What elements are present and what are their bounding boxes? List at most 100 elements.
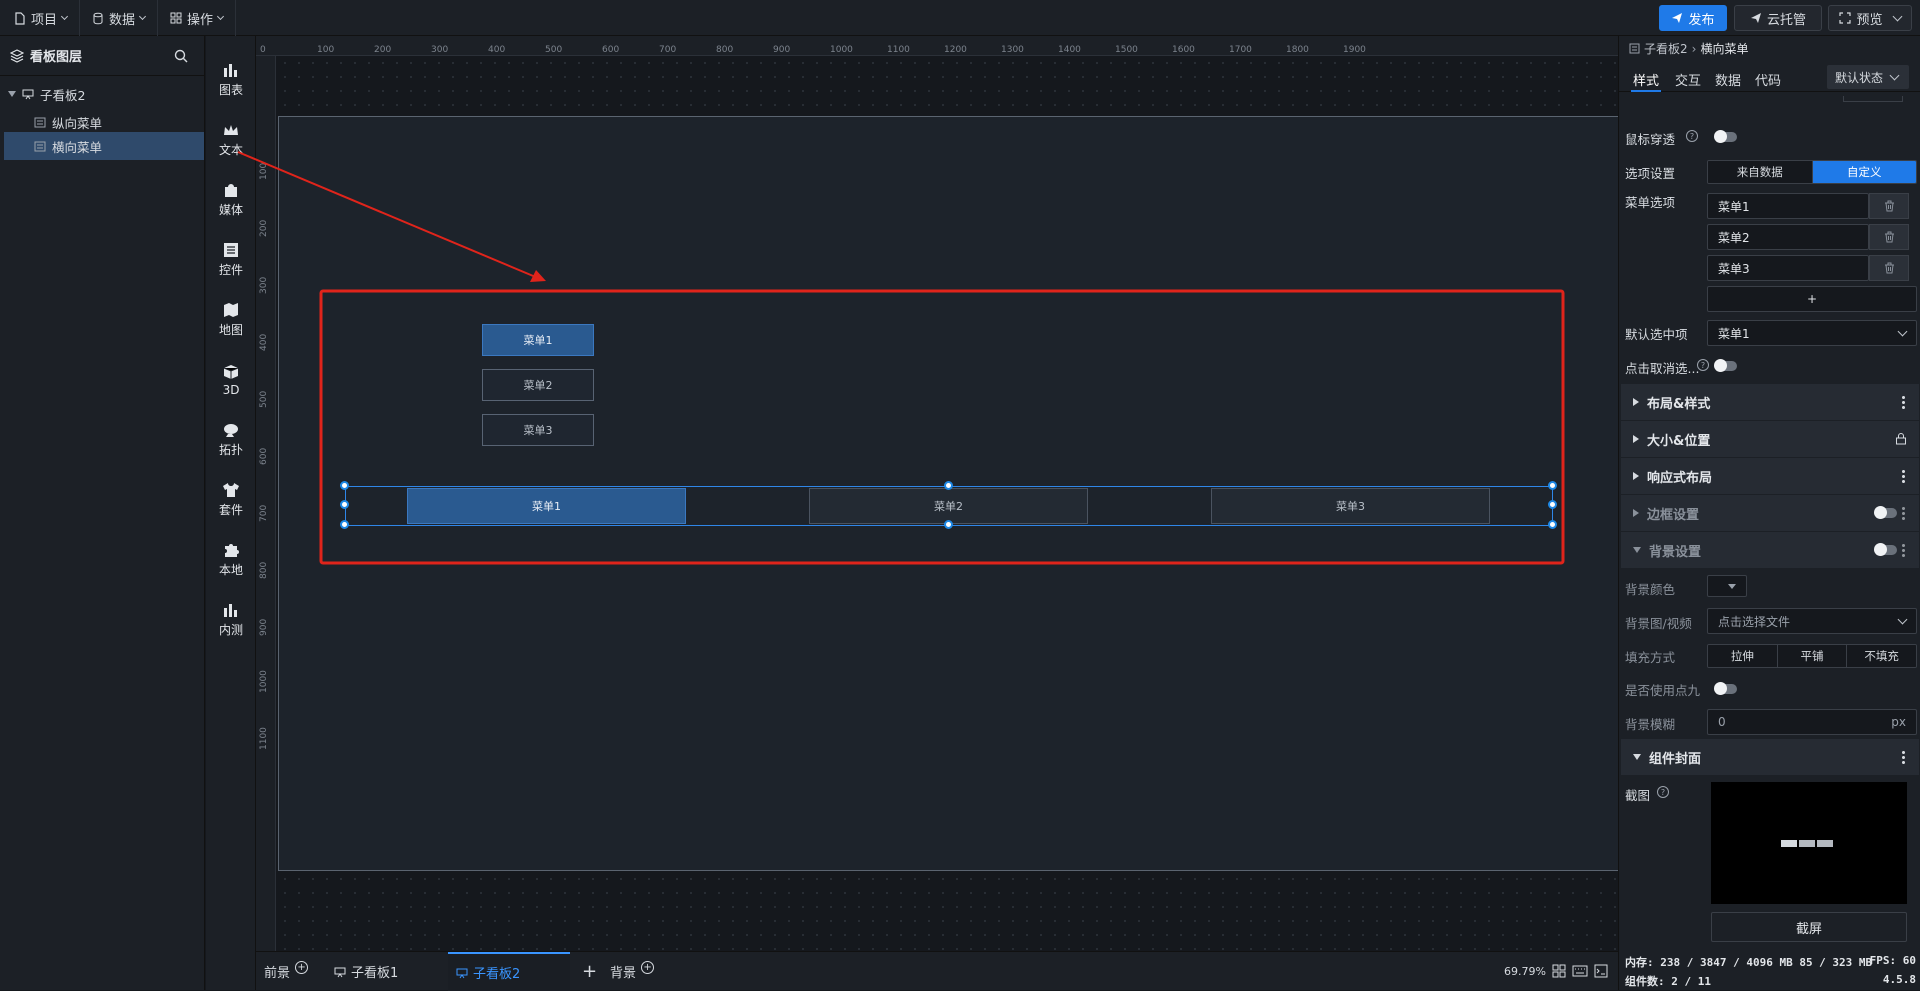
help-icon[interactable]: ? bbox=[1697, 359, 1709, 371]
zoom-level[interactable]: 69.79% bbox=[1496, 952, 1554, 991]
resize-handle-top-right[interactable] bbox=[1548, 481, 1557, 490]
cloud-hosting-button[interactable]: 云托管 bbox=[1734, 5, 1822, 31]
resize-handle-bottom[interactable] bbox=[944, 520, 953, 529]
more-icon[interactable] bbox=[1902, 543, 1905, 557]
caret-down-icon bbox=[1633, 547, 1641, 553]
more-icon[interactable] bbox=[1902, 506, 1905, 520]
click-cancel-label: 点击取消选... bbox=[1625, 361, 1700, 376]
caret-down-icon[interactable] bbox=[8, 91, 16, 97]
layer-item-horizontal-menu[interactable]: 横向菜单 bbox=[4, 132, 204, 160]
resize-handle-left[interactable] bbox=[340, 500, 349, 509]
help-icon[interactable]: ? bbox=[1686, 130, 1698, 142]
bg-image-select[interactable]: 点击选择文件 bbox=[1707, 608, 1917, 634]
add-board-button[interactable]: + bbox=[574, 952, 605, 991]
vertical-menu-item-1[interactable]: 菜单1 bbox=[482, 324, 594, 356]
resize-handle-bottom-left[interactable] bbox=[340, 520, 349, 529]
cube-icon bbox=[223, 364, 239, 379]
tool-map[interactable]: 地图 bbox=[206, 290, 256, 350]
menu-option-input-2[interactable]: 菜单2 bbox=[1707, 224, 1869, 250]
section-border-settings[interactable]: 边框设置 bbox=[1621, 495, 1919, 531]
add-circle-icon[interactable]: + bbox=[641, 961, 655, 974]
fit-screen-icon[interactable] bbox=[1552, 964, 1566, 978]
tool-topology[interactable]: 拓扑 bbox=[206, 410, 256, 470]
capture-button[interactable]: 截屏 bbox=[1711, 912, 1907, 942]
option-setting-label: 选项设置 bbox=[1625, 166, 1676, 181]
bg-blur-unit: px bbox=[1891, 715, 1906, 729]
state-select[interactable]: 默认状态 bbox=[1827, 65, 1909, 89]
menu-operation[interactable]: 操作 bbox=[164, 0, 236, 36]
tool-local[interactable]: 本地 bbox=[206, 530, 256, 590]
caret-right-icon bbox=[1633, 435, 1639, 443]
background-settings-toggle[interactable] bbox=[1874, 543, 1897, 556]
tool-beta[interactable]: 内测 bbox=[206, 590, 256, 650]
click-cancel-toggle[interactable] bbox=[1714, 359, 1737, 372]
nine-patch-toggle[interactable] bbox=[1714, 682, 1737, 695]
section-component-cover[interactable]: 组件封面 bbox=[1621, 739, 1919, 775]
tab-interaction[interactable]: 交互 bbox=[1675, 70, 1701, 89]
layer-group-board[interactable]: 子看板2 bbox=[4, 80, 204, 108]
resize-handle-top-left[interactable] bbox=[340, 481, 349, 490]
more-icon[interactable] bbox=[1902, 469, 1905, 483]
menu-data[interactable]: 数据 bbox=[86, 0, 158, 36]
tab-foreground[interactable]: 前景 + bbox=[256, 952, 316, 991]
vertical-menu-item-2[interactable]: 菜单2 bbox=[482, 369, 594, 401]
add-option-button[interactable]: + bbox=[1707, 286, 1917, 312]
canvas-area[interactable]: 0 100 200 300 400 500 600 700 800 900 1000 1100 1200… bbox=[256, 36, 1618, 951]
section-layout-style[interactable]: 布局&样式 bbox=[1621, 384, 1919, 420]
tab-background[interactable]: 背景 + bbox=[602, 952, 662, 991]
ruler-tick-label: 100 bbox=[259, 162, 269, 180]
tool-control[interactable]: 控件 bbox=[206, 230, 256, 290]
more-icon[interactable] bbox=[1902, 750, 1905, 764]
tool-text[interactable]: 文本 bbox=[206, 110, 256, 170]
option-custom[interactable]: 自定义 bbox=[1812, 161, 1916, 183]
resize-handle-bottom-right[interactable] bbox=[1548, 520, 1557, 529]
tab-subboard-2[interactable]: 子看板2 bbox=[448, 952, 570, 991]
resize-handle-top[interactable] bbox=[944, 481, 953, 490]
search-icon[interactable] bbox=[174, 49, 188, 63]
fill-tile[interactable]: 平铺 bbox=[1777, 645, 1848, 667]
breadcrumb-parent[interactable]: 子看板2 bbox=[1644, 40, 1688, 57]
resize-handle-right[interactable] bbox=[1548, 500, 1557, 509]
bg-blur-input[interactable]: 0 px bbox=[1707, 709, 1917, 735]
delete-option-button-2[interactable] bbox=[1869, 224, 1909, 250]
tool-media[interactable]: 媒体 bbox=[206, 170, 256, 230]
top-toolbar: 项目 数据 操作 发布 云托管 预览 bbox=[0, 0, 1920, 36]
horizontal-menu-item-3[interactable]: 菜单3 bbox=[1211, 488, 1490, 524]
horizontal-menu-item-1[interactable]: 菜单1 bbox=[407, 488, 686, 524]
tab-subboard-1[interactable]: 子看板1 bbox=[326, 952, 446, 991]
section-responsive-layout[interactable]: 响应式布局 bbox=[1621, 458, 1919, 494]
fill-none[interactable]: 不填充 bbox=[1847, 645, 1916, 667]
option-from-data[interactable]: 来自数据 bbox=[1708, 161, 1813, 183]
help-icon[interactable]: ? bbox=[1657, 786, 1669, 798]
default-selected-value: 菜单1 bbox=[1718, 326, 1750, 341]
tool-suite[interactable]: 套件 bbox=[206, 470, 256, 530]
menu-option-input-3[interactable]: 菜单3 bbox=[1707, 255, 1869, 281]
delete-option-button-3[interactable] bbox=[1869, 255, 1909, 281]
keyboard-icon[interactable] bbox=[1572, 965, 1588, 977]
terminal-icon[interactable] bbox=[1594, 964, 1608, 978]
add-circle-icon[interactable]: + bbox=[295, 961, 309, 974]
more-icon[interactable] bbox=[1902, 395, 1905, 409]
mouse-through-toggle[interactable] bbox=[1714, 130, 1737, 143]
bg-color-picker[interactable] bbox=[1707, 575, 1747, 597]
tab-style[interactable]: 样式 bbox=[1633, 70, 1659, 89]
menu-option-input-1[interactable]: 菜单1 bbox=[1707, 193, 1869, 219]
fill-stretch[interactable]: 拉伸 bbox=[1708, 645, 1778, 667]
horizontal-menu-item-2[interactable]: 菜单2 bbox=[809, 488, 1088, 524]
section-background-settings[interactable]: 背景设置 bbox=[1621, 532, 1919, 568]
publish-button[interactable]: 发布 bbox=[1659, 5, 1727, 31]
default-selected-select[interactable]: 菜单1 bbox=[1707, 320, 1917, 346]
border-settings-toggle[interactable] bbox=[1874, 506, 1897, 519]
menu-options-label: 菜单选项 bbox=[1625, 195, 1676, 210]
tab-data[interactable]: 数据 bbox=[1715, 70, 1741, 89]
tool-chart[interactable]: 图表 bbox=[206, 50, 256, 110]
vertical-menu-item-3[interactable]: 菜单3 bbox=[482, 414, 594, 446]
tab-code[interactable]: 代码 bbox=[1755, 70, 1781, 89]
delete-option-button-1[interactable] bbox=[1869, 193, 1909, 219]
mouse-through-label: 鼠标穿透 bbox=[1625, 132, 1676, 147]
lock-icon[interactable] bbox=[1895, 432, 1907, 445]
preview-button[interactable]: 预览 bbox=[1828, 5, 1912, 31]
tool-3d[interactable]: 3D bbox=[206, 350, 256, 410]
menu-project[interactable]: 项目 bbox=[8, 0, 80, 36]
section-size-position[interactable]: 大小&位置 bbox=[1621, 421, 1919, 457]
